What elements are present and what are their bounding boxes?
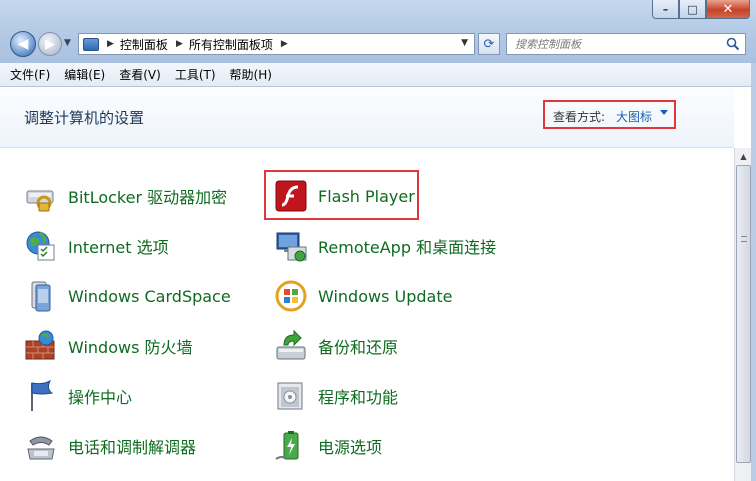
menu-tools[interactable]: 工具(T): [175, 66, 216, 83]
history-dropdown-icon[interactable]: ▼: [64, 38, 71, 48]
close-icon: ✕: [722, 1, 734, 17]
scroll-up-arrow-icon[interactable]: ▲: [735, 148, 752, 165]
minimize-icon: –: [662, 2, 669, 16]
breadcrumb-separator-icon[interactable]: ▶: [281, 39, 288, 49]
scrollbar-thumb[interactable]: [736, 165, 751, 463]
item-programs-features[interactable]: 程序和功能: [274, 376, 398, 416]
menu-bar: 文件(F) 编辑(E) 查看(V) 工具(T) 帮助(H): [0, 63, 756, 87]
menu-edit[interactable]: 编辑(E): [64, 66, 105, 83]
window-frame-right: [751, 63, 756, 481]
phone-modem-icon: [27, 436, 55, 460]
item-label[interactable]: 操作中心: [68, 384, 132, 408]
menu-file[interactable]: 文件(F): [10, 66, 50, 83]
item-internet-options[interactable]: Internet 选项: [24, 226, 169, 266]
minimize-button[interactable]: –: [652, 0, 679, 19]
item-bitlocker[interactable]: BitLocker 驱动器加密: [24, 176, 227, 216]
item-phone-modem[interactable]: 电话和调制解调器: [24, 426, 196, 466]
window-frame: – □ ✕ ◀ ▶ ▼ ▶ 控制面板 ▶ 所有控制面板项 ▶ ▼ ⟳: [0, 0, 756, 63]
forward-arrow-icon: ▶: [45, 36, 55, 52]
item-flash-player[interactable]: Flash Player: [274, 176, 415, 216]
item-label[interactable]: 电话和调制解调器: [68, 434, 196, 458]
item-label[interactable]: Flash Player: [318, 187, 415, 206]
vertical-scrollbar[interactable]: ▲: [734, 148, 751, 481]
address-dropdown-icon[interactable]: ▼: [461, 38, 468, 48]
cardspace-icon: [31, 281, 51, 312]
item-firewall[interactable]: Windows 防火墙: [24, 326, 193, 366]
forward-button[interactable]: ▶: [38, 32, 62, 56]
view-mode-label: 查看方式:: [553, 110, 606, 124]
item-label[interactable]: Windows CardSpace: [68, 287, 231, 306]
breadcrumb-control-panel[interactable]: 控制面板: [120, 36, 168, 53]
item-label[interactable]: Internet 选项: [68, 234, 169, 258]
action-center-icon: [31, 379, 54, 411]
search-icon[interactable]: [726, 37, 740, 51]
power-options-icon: [275, 431, 299, 460]
chevron-down-icon[interactable]: [660, 110, 668, 115]
refresh-icon: ⟳: [483, 36, 495, 52]
firewall-icon: [25, 330, 55, 360]
back-button[interactable]: ◀: [10, 31, 36, 57]
item-label[interactable]: Windows Update: [318, 287, 452, 306]
programs-features-icon: [277, 382, 303, 410]
breadcrumb-separator-icon[interactable]: ▶: [107, 39, 114, 49]
search-input[interactable]: [515, 35, 725, 53]
maximize-icon: □: [687, 2, 698, 16]
item-label[interactable]: 备份和还原: [318, 334, 398, 358]
backup-restore-icon: [276, 329, 306, 360]
flash-player-icon: [275, 180, 307, 212]
menu-view[interactable]: 查看(V): [119, 66, 161, 83]
menu-help[interactable]: 帮助(H): [230, 66, 272, 83]
item-label[interactable]: 电源选项: [318, 434, 382, 458]
item-remoteapp[interactable]: RemoteApp 和桌面连接: [274, 226, 496, 266]
window-controls: – □ ✕: [652, 0, 750, 19]
address-bar[interactable]: ▶ 控制面板 ▶ 所有控制面板项 ▶ ▼: [78, 33, 475, 55]
breadcrumb-all-items[interactable]: 所有控制面板项: [189, 36, 273, 53]
item-label[interactable]: Windows 防火墙: [68, 334, 193, 358]
content-pane: 调整计算机的设置 查看方式: 大图标 BitLocker 驱动器加密 Inter…: [0, 88, 734, 481]
maximize-button[interactable]: □: [679, 0, 706, 19]
refresh-button[interactable]: ⟳: [478, 33, 500, 55]
item-action-center[interactable]: 操作中心: [24, 376, 132, 416]
internet-options-icon: [26, 231, 55, 261]
control-panel-icon: [83, 37, 99, 51]
item-label[interactable]: BitLocker 驱动器加密: [68, 184, 227, 208]
view-mode-selector: 查看方式: 大图标: [543, 100, 676, 129]
remoteapp-icon: [276, 232, 307, 262]
content-header: 调整计算机的设置 查看方式: 大图标: [0, 88, 734, 148]
back-arrow-icon: ◀: [17, 36, 29, 52]
item-backup-restore[interactable]: 备份和还原: [274, 326, 398, 366]
scrollbar-grip: [741, 236, 747, 242]
view-mode-dropdown[interactable]: 大图标: [616, 108, 652, 125]
bitlocker-icon: [26, 190, 54, 212]
close-button[interactable]: ✕: [706, 0, 750, 19]
item-cardspace[interactable]: Windows CardSpace: [24, 276, 231, 316]
item-power-options[interactable]: 电源选项: [274, 426, 382, 466]
item-windows-update[interactable]: Windows Update: [274, 276, 452, 316]
windows-update-icon: [275, 280, 307, 312]
breadcrumb-separator-icon[interactable]: ▶: [176, 39, 183, 49]
item-label[interactable]: RemoteApp 和桌面连接: [318, 234, 496, 258]
search-box[interactable]: [506, 33, 746, 55]
page-title: 调整计算机的设置: [24, 109, 145, 127]
item-label[interactable]: 程序和功能: [318, 384, 398, 408]
